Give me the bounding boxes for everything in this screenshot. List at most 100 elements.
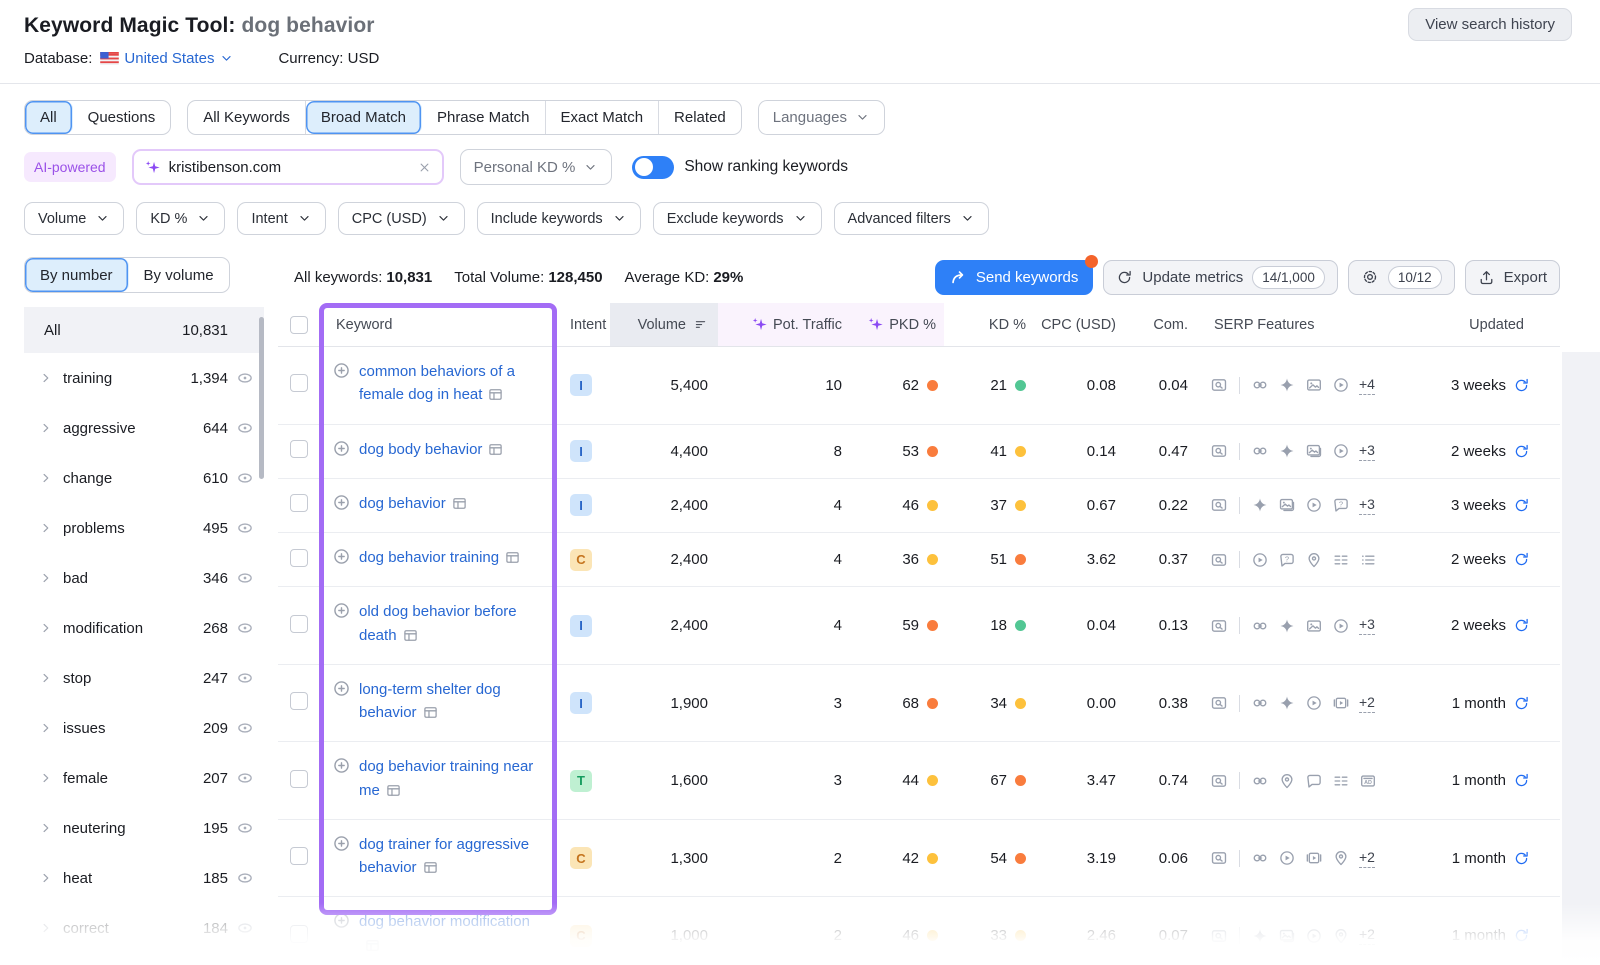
show-ranking-keywords-toggle[interactable] <box>632 156 674 179</box>
image-stack-serp-icon[interactable] <box>1278 927 1296 945</box>
column-header-updated[interactable]: Updated <box>1402 303 1560 346</box>
serp-preview-window-icon[interactable] <box>1210 927 1228 945</box>
sidebar-group-aggressive[interactable]: aggressive644 <box>24 403 264 453</box>
sidebar-group-problems[interactable]: problems495 <box>24 503 264 553</box>
tab-all[interactable]: All <box>25 101 73 134</box>
diamond-serp-icon[interactable] <box>1278 376 1296 394</box>
refresh-metrics-icon[interactable] <box>1513 927 1530 944</box>
view-search-history-button[interactable]: View search history <box>1408 8 1572 41</box>
column-header-pot-traffic[interactable]: Pot. Traffic <box>718 303 850 346</box>
image-stack-serp-icon[interactable] <box>1305 442 1323 460</box>
eye-icon[interactable] <box>236 669 254 687</box>
filter-volume[interactable]: Volume <box>24 202 124 235</box>
intent-badge-c[interactable]: C <box>570 847 592 869</box>
sidebar-group-modification[interactable]: modification268 <box>24 603 264 653</box>
add-keyword-icon[interactable] <box>332 601 351 620</box>
list-columns-serp-icon[interactable] <box>1332 551 1350 569</box>
intent-badge-c[interactable]: C <box>570 549 592 571</box>
row-checkbox[interactable] <box>290 494 308 512</box>
sidebar-all-row[interactable]: All 10,831 <box>24 307 264 353</box>
refresh-metrics-icon[interactable] <box>1513 443 1530 460</box>
row-checkbox[interactable] <box>290 770 308 788</box>
sidebar-group-stop[interactable]: stop247 <box>24 653 264 703</box>
keyword-link[interactable]: dog behavior training <box>359 546 521 573</box>
play-serp-icon[interactable] <box>1332 376 1350 394</box>
serp-preview-window-icon[interactable] <box>1210 442 1228 460</box>
refresh-metrics-icon[interactable] <box>1513 551 1530 568</box>
serp-preview-window-icon[interactable] <box>1210 376 1228 394</box>
play-serp-icon[interactable] <box>1305 496 1323 514</box>
filter-intent[interactable]: Intent <box>237 202 325 235</box>
column-header-keyword[interactable]: Keyword <box>320 303 558 346</box>
ad-serp-icon[interactable]: AD <box>1359 772 1377 790</box>
link-serp-icon[interactable] <box>1251 617 1269 635</box>
question-serp-icon[interactable]: ? <box>1278 551 1296 569</box>
refresh-metrics-icon[interactable] <box>1513 772 1530 789</box>
eye-icon[interactable] <box>236 919 254 937</box>
intent-badge-c[interactable]: C <box>570 925 592 947</box>
intent-badge-i[interactable]: I <box>570 440 592 462</box>
video-serp-icon[interactable] <box>1305 849 1323 867</box>
filter-kd[interactable]: KD % <box>136 202 225 235</box>
select-all-checkbox[interactable] <box>290 316 308 334</box>
keyword-link[interactable]: old dog behavior before death <box>359 600 544 651</box>
tab-broad-match[interactable]: Broad Match <box>306 101 422 134</box>
tab-related[interactable]: Related <box>659 101 741 134</box>
personal-kd-dropdown[interactable]: Personal KD % <box>460 149 613 185</box>
sidebar-group-female[interactable]: female207 <box>24 753 264 803</box>
filter-exclude-keywords[interactable]: Exclude keywords <box>653 202 822 235</box>
keyword-link[interactable]: dog body behavior <box>359 438 504 465</box>
row-checkbox[interactable] <box>290 374 308 392</box>
filter-cpc-usd[interactable]: CPC (USD) <box>338 202 465 235</box>
row-checkbox[interactable] <box>290 549 308 567</box>
diamond-serp-icon[interactable] <box>1278 694 1296 712</box>
link-serp-icon[interactable] <box>1251 849 1269 867</box>
image-stack-serp-icon[interactable] <box>1278 496 1296 514</box>
tab-all-keywords[interactable]: All Keywords <box>188 101 306 134</box>
link-serp-icon[interactable] <box>1251 376 1269 394</box>
refresh-metrics-icon[interactable] <box>1513 695 1530 712</box>
diamond-serp-icon[interactable] <box>1251 927 1269 945</box>
row-checkbox[interactable] <box>290 692 308 710</box>
row-checkbox[interactable] <box>290 615 308 633</box>
pin-serp-icon[interactable] <box>1305 551 1323 569</box>
add-keyword-icon[interactable] <box>332 439 351 458</box>
update-metrics-button[interactable]: Update metrics 14/1,000 <box>1103 260 1337 295</box>
column-header-kd[interactable]: KD % <box>944 303 1032 346</box>
image-serp-icon[interactable] <box>1305 376 1323 394</box>
column-header-cpc[interactable]: CPC (USD) <box>1032 303 1136 346</box>
serp-more-link[interactable]: +3 <box>1359 496 1375 515</box>
link-serp-icon[interactable] <box>1251 442 1269 460</box>
diamond-serp-icon[interactable] <box>1251 496 1269 514</box>
play-serp-icon[interactable] <box>1251 551 1269 569</box>
row-checkbox[interactable] <box>290 440 308 458</box>
serp-preview-icon[interactable] <box>487 441 504 465</box>
serp-more-link[interactable]: +2 <box>1359 694 1375 713</box>
sidebar-group-neutering[interactable]: neutering195 <box>24 803 264 853</box>
eye-icon[interactable] <box>236 519 254 537</box>
list-serp-icon[interactable] <box>1359 551 1377 569</box>
question-serp-icon[interactable]: ? <box>1332 496 1350 514</box>
keyword-link[interactable]: common behaviors of a female dog in heat <box>359 360 544 411</box>
play-serp-icon[interactable] <box>1305 927 1323 945</box>
pin-serp-icon[interactable] <box>1332 849 1350 867</box>
column-header-com[interactable]: Com. <box>1136 303 1210 346</box>
eye-icon[interactable] <box>236 619 254 637</box>
intent-badge-i[interactable]: I <box>570 615 592 637</box>
serp-preview-window-icon[interactable] <box>1210 849 1228 867</box>
clear-input-icon[interactable] <box>417 160 432 175</box>
keyword-link[interactable]: dog behavior <box>359 492 468 519</box>
serp-preview-window-icon[interactable] <box>1210 772 1228 790</box>
send-keywords-button[interactable]: Send keywords <box>935 260 1094 295</box>
link-serp-icon[interactable] <box>1251 772 1269 790</box>
play-serp-icon[interactable] <box>1332 617 1350 635</box>
serp-preview-icon[interactable] <box>504 549 521 573</box>
add-keyword-icon[interactable] <box>332 911 351 930</box>
filter-include-keywords[interactable]: Include keywords <box>477 202 641 235</box>
sidebar-group-issues[interactable]: issues209 <box>24 703 264 753</box>
eye-icon[interactable] <box>236 869 254 887</box>
column-header-intent[interactable]: Intent <box>558 303 610 346</box>
refresh-metrics-icon[interactable] <box>1513 377 1530 394</box>
serp-more-link[interactable]: +2 <box>1359 926 1375 945</box>
serp-preview-icon[interactable] <box>402 627 419 651</box>
